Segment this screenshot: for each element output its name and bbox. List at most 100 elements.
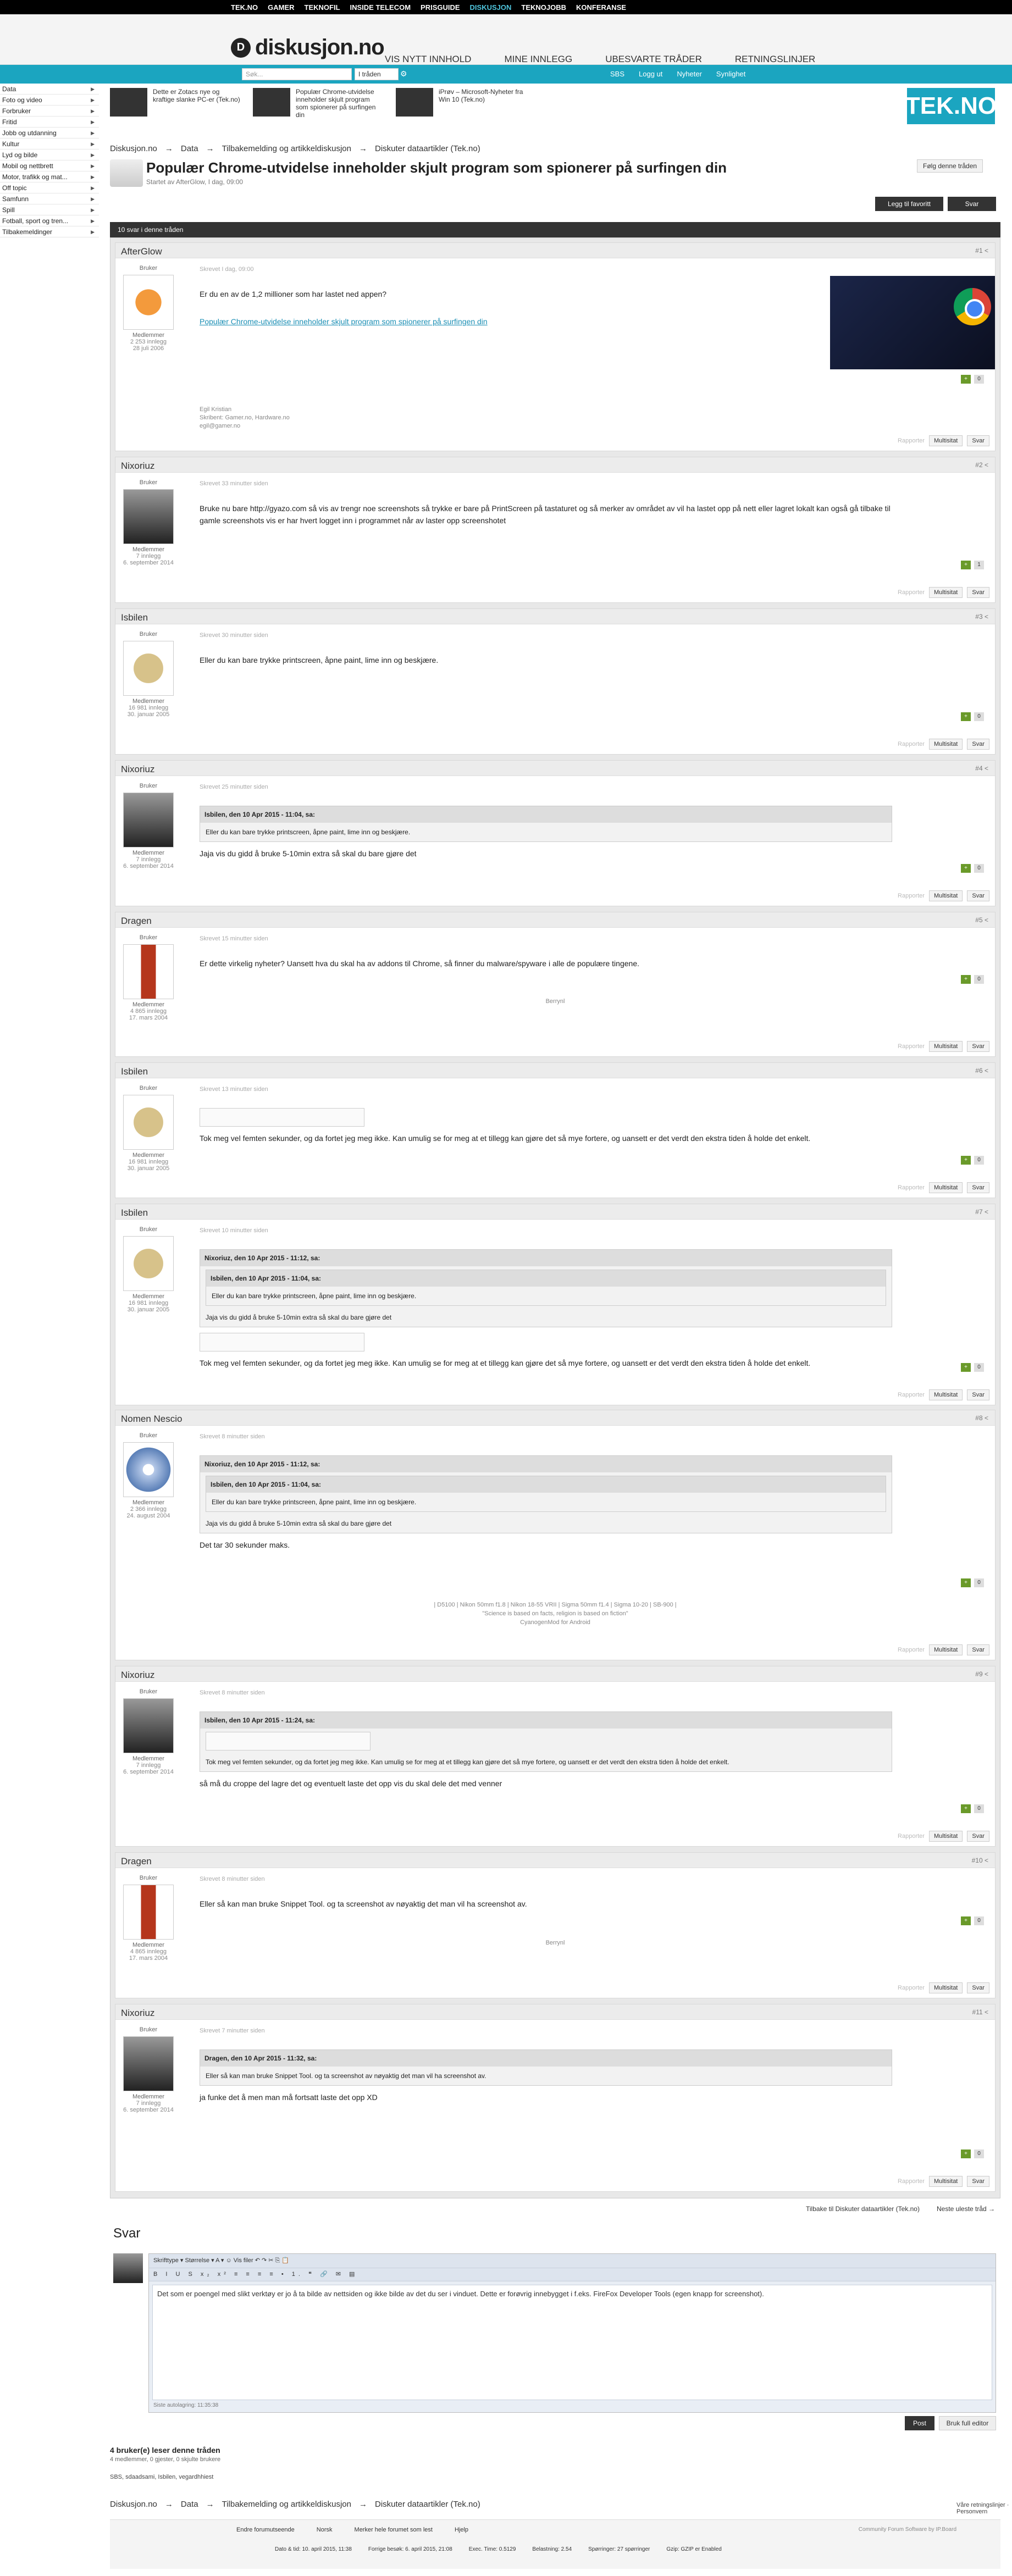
header-nav-link[interactable]: VIS NYTT INNHOLD: [385, 54, 471, 65]
breadcrumb-link[interactable]: Diskuter dataartikler (Tek.no): [375, 144, 480, 153]
multiquote-button[interactable]: Multisitat: [928, 1041, 963, 1052]
sidebar-item[interactable]: Motor, trafikk og mat...: [0, 171, 99, 182]
top-nav-link[interactable]: INSIDE TELECOM: [350, 3, 411, 12]
post-number[interactable]: #7 <: [975, 1208, 988, 1216]
multiquote-button[interactable]: Multisitat: [928, 435, 963, 446]
post-number[interactable]: #8 <: [975, 1414, 988, 1422]
report-link[interactable]: Rapporter: [898, 893, 925, 899]
search-scope-select[interactable]: I tråden: [355, 68, 399, 80]
upvote-button[interactable]: +: [961, 1363, 971, 1372]
avatar[interactable]: [123, 944, 174, 999]
sidebar-item[interactable]: Fritid: [0, 117, 99, 128]
breadcrumb-link[interactable]: Data: [181, 2500, 198, 2509]
reply-post-button[interactable]: Svar: [967, 890, 989, 901]
report-link[interactable]: Rapporter: [898, 1647, 925, 1653]
post-button[interactable]: Post: [905, 2416, 934, 2430]
header-nav-link[interactable]: RETNINGSLINJER: [735, 54, 815, 65]
readers-users[interactable]: SBS, sdaadsami, Isbilen, vegardhhiest: [110, 2474, 220, 2480]
post-author-name[interactable]: Isbilen: [121, 1207, 148, 1218]
avatar[interactable]: [123, 1095, 174, 1150]
avatar[interactable]: [123, 793, 174, 847]
upvote-button[interactable]: +: [961, 2150, 971, 2158]
sidebar-item[interactable]: Data: [0, 84, 99, 95]
post-author-name[interactable]: Nixoriuz: [121, 2008, 154, 2018]
sidebar-item[interactable]: Fotball, sport og tren...: [0, 215, 99, 226]
post-author-name[interactable]: Isbilen: [121, 612, 148, 623]
post-author-name[interactable]: AfterGlow: [121, 246, 162, 257]
ad-item[interactable]: Dette er Zotacs nye og kraftige slanke P…: [110, 88, 241, 117]
user-menu-link[interactable]: Logg ut: [639, 70, 662, 78]
post-number[interactable]: #9 <: [975, 1670, 988, 1678]
multiquote-button[interactable]: Multisitat: [928, 1389, 963, 1400]
upvote-button[interactable]: +: [961, 1916, 971, 1925]
footer-link[interactable]: Norsk: [317, 2527, 333, 2533]
report-link[interactable]: Rapporter: [898, 1184, 925, 1191]
top-nav-link[interactable]: DISKUSJON: [470, 3, 512, 12]
multiquote-button[interactable]: Multisitat: [928, 2176, 963, 2187]
back-link[interactable]: Tilbake til Diskuter dataartikler (Tek.n…: [806, 2205, 920, 2213]
avatar[interactable]: [123, 1885, 174, 1940]
post-author-name[interactable]: Nixoriuz: [121, 1670, 154, 1680]
breadcrumb-link[interactable]: Diskuter dataartikler (Tek.no): [375, 2500, 480, 2509]
report-link[interactable]: Rapporter: [898, 1392, 925, 1398]
multiquote-button[interactable]: Multisitat: [928, 1982, 963, 1993]
avatar[interactable]: [123, 1442, 174, 1497]
user-menu-link[interactable]: SBS: [610, 70, 624, 78]
tekno-logo[interactable]: TEK.NO: [905, 88, 997, 124]
reply-post-button[interactable]: Svar: [967, 1831, 989, 1842]
upvote-button[interactable]: +: [961, 1156, 971, 1165]
multiquote-button[interactable]: Multisitat: [928, 890, 963, 901]
search-input[interactable]: Søk...: [242, 68, 352, 80]
report-link[interactable]: Rapporter: [898, 589, 925, 596]
editor-toolbar-font[interactable]: Skrifttype ▾ Størrelse ▾ A ▾ ☺ Vis filer…: [149, 2254, 996, 2268]
post-number[interactable]: #3 <: [975, 613, 988, 621]
report-link[interactable]: Rapporter: [898, 1833, 925, 1840]
attached-screenshot[interactable]: [200, 1108, 364, 1127]
upvote-button[interactable]: +: [961, 1578, 971, 1587]
attached-screenshot[interactable]: [200, 1333, 364, 1351]
post-number[interactable]: #1 <: [975, 247, 988, 254]
breadcrumb-link[interactable]: Data: [181, 144, 198, 153]
user-menu-link[interactable]: Synlighet: [716, 70, 745, 78]
reply-post-button[interactable]: Svar: [967, 1041, 989, 1052]
quoted-screenshot[interactable]: [206, 1732, 370, 1750]
top-nav-link[interactable]: KONFERANSE: [576, 3, 626, 12]
upvote-button[interactable]: +: [961, 1804, 971, 1813]
ad-item[interactable]: iPrøv – Microsoft-Nyheter fra Win 10 (Te…: [396, 88, 527, 117]
breadcrumb-link[interactable]: Diskusjon.no: [110, 144, 157, 153]
avatar[interactable]: [123, 2036, 174, 2091]
top-nav-link[interactable]: GAMER: [268, 3, 294, 12]
post-number[interactable]: #11 <: [972, 2008, 988, 2016]
sidebar-item[interactable]: Jobb og utdanning: [0, 128, 99, 139]
reply-post-button[interactable]: Svar: [967, 739, 989, 750]
favorite-button[interactable]: Legg til favoritt: [875, 197, 943, 211]
upvote-button[interactable]: +: [961, 712, 971, 721]
post-author-name[interactable]: Dragen: [121, 1856, 152, 1866]
footer-link[interactable]: Endre forumutseende: [236, 2527, 295, 2533]
top-nav-link[interactable]: TEKNOJOBB: [521, 3, 566, 12]
top-nav-link[interactable]: PRISGUIDE: [421, 3, 460, 12]
sidebar-item[interactable]: Mobil og nettbrett: [0, 160, 99, 171]
avatar[interactable]: [123, 275, 174, 330]
sidebar-item[interactable]: Tilbakemeldinger: [0, 226, 99, 237]
search-button-icon[interactable]: ⚙: [400, 69, 407, 79]
upvote-button[interactable]: +: [961, 975, 971, 984]
follow-button[interactable]: Følg denne tråden: [917, 159, 983, 173]
multiquote-button[interactable]: Multisitat: [928, 1831, 963, 1842]
breadcrumb-link[interactable]: Diskusjon.no: [110, 2500, 157, 2509]
footer-link[interactable]: Merker hele forumet som lest: [355, 2527, 433, 2533]
reply-post-button[interactable]: Svar: [967, 2176, 989, 2187]
reply-post-button[interactable]: Svar: [967, 1982, 989, 1993]
reply-post-button[interactable]: Svar: [967, 1644, 989, 1655]
header-nav-link[interactable]: UBESVARTE TRÅDER: [605, 54, 702, 65]
article-link[interactable]: Populær Chrome-utvidelse inneholder skju…: [200, 315, 892, 328]
header-nav-link[interactable]: MINE INNLEGG: [504, 54, 572, 65]
report-link[interactable]: Rapporter: [898, 1985, 925, 1991]
reply-post-button[interactable]: Svar: [967, 1182, 989, 1193]
breadcrumb-link[interactable]: Tilbakemelding og artikkeldiskusjon: [222, 144, 351, 153]
avatar[interactable]: [123, 489, 174, 544]
sidebar-item[interactable]: Foto og video: [0, 95, 99, 106]
avatar[interactable]: [123, 1698, 174, 1753]
breadcrumb-link[interactable]: Tilbakemelding og artikkeldiskusjon: [222, 2500, 351, 2509]
footer-link[interactable]: Hjelp: [455, 2527, 468, 2533]
